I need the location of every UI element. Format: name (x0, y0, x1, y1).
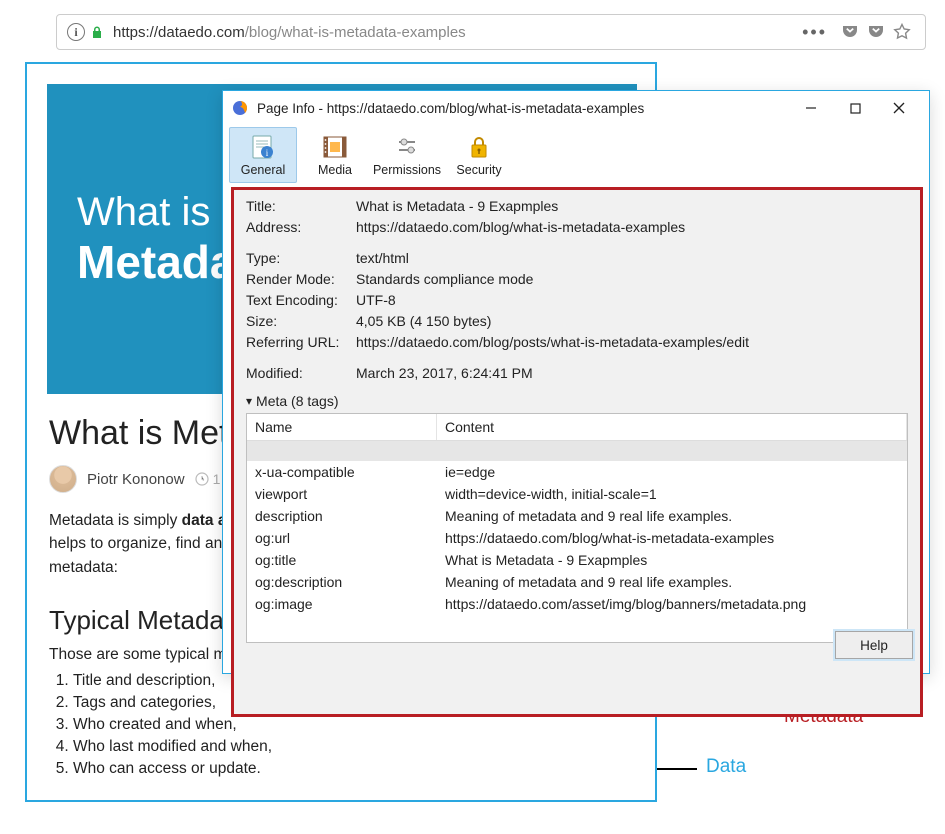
bookmark-star-icon[interactable] (891, 21, 913, 43)
table-row[interactable]: og:imagehttps://dataedo.com/asset/img/bl… (247, 593, 907, 615)
browser-url-bar[interactable]: i https://dataedo.com/blog/what-is-metad… (56, 14, 926, 50)
close-button[interactable] (877, 94, 921, 122)
field-mod-label: Modified: (246, 365, 356, 381)
media-filmstrip-icon (320, 133, 350, 161)
document-info-icon: i (248, 133, 278, 161)
help-button[interactable]: Help (835, 631, 913, 659)
list-item: Who can access or update. (73, 760, 633, 778)
url-text[interactable]: https://dataedo.com/blog/what-is-metadat… (113, 24, 802, 41)
author-avatar[interactable] (49, 465, 77, 493)
page-info-dialog: Page Info - https://dataedo.com/blog/wha… (222, 90, 930, 674)
tab-general[interactable]: i General (229, 127, 297, 183)
field-type-value: text/html (356, 250, 908, 266)
field-address-label: Address: (246, 219, 356, 235)
field-address-value: https://dataedo.com/blog/what-is-metadat… (356, 219, 908, 235)
field-render-value: Standards compliance mode (356, 271, 908, 287)
table-row[interactable]: x-ua-compatibleie=edge (247, 461, 907, 483)
tab-media[interactable]: Media (301, 127, 369, 183)
table-row[interactable]: viewportwidth=device-width, initial-scal… (247, 483, 907, 505)
minimize-button[interactable] (789, 94, 833, 122)
table-row[interactable]: descriptionMeaning of metadata and 9 rea… (247, 505, 907, 527)
security-lock-icon (464, 133, 494, 161)
dialog-title: Page Info - https://dataedo.com/blog/wha… (257, 101, 789, 116)
dialog-titlebar[interactable]: Page Info - https://dataedo.com/blog/wha… (223, 91, 929, 125)
field-encoding-label: Text Encoding: (246, 292, 356, 308)
clock-icon (195, 472, 209, 486)
field-size-value: 4,05 KB (4 150 bytes) (356, 313, 908, 329)
table-selection-band (247, 441, 907, 461)
field-type-label: Type: (246, 250, 356, 266)
page-actions-icon[interactable]: ••• (802, 22, 827, 43)
list-item: Who created and when, (73, 716, 633, 734)
col-content[interactable]: Content (437, 414, 907, 440)
table-row[interactable]: og:titleWhat is Metadata - 9 Exapmples (247, 549, 907, 571)
field-ref-label: Referring URL: (246, 334, 356, 350)
pocket-icon[interactable] (865, 21, 887, 43)
table-row[interactable]: og:descriptionMeaning of metadata and 9 … (247, 571, 907, 593)
pocket-icon[interactable] (839, 21, 861, 43)
dialog-toolbar: i General Media Permissions Security (223, 125, 929, 185)
table-row[interactable]: og:urlhttps://dataedo.com/blog/what-is-m… (247, 527, 907, 549)
field-encoding-value: UTF-8 (356, 292, 908, 308)
meta-tags-table[interactable]: Name Content x-ua-compatibleie=edge view… (246, 413, 908, 643)
field-title-value: What is Metadata - 9 Exapmples (356, 198, 908, 214)
tab-security[interactable]: Security (445, 127, 513, 183)
field-ref-value: https://dataedo.com/blog/posts/what-is-m… (356, 334, 908, 350)
metadata-frame: Title:What is Metadata - 9 Exapmples Add… (231, 187, 923, 717)
col-name[interactable]: Name (247, 414, 437, 440)
field-mod-value: March 23, 2017, 6:24:41 PM (356, 365, 908, 381)
table-header[interactable]: Name Content (247, 414, 907, 441)
firefox-favicon (231, 99, 249, 117)
tab-permissions[interactable]: Permissions (373, 127, 441, 183)
list-item: Who last modified and when, (73, 738, 633, 756)
site-info-icon[interactable]: i (67, 23, 85, 41)
annotation-connector (657, 768, 697, 770)
field-size-label: Size: (246, 313, 356, 329)
chevron-down-icon: ▾ (246, 394, 252, 408)
field-render-label: Render Mode: (246, 271, 356, 287)
lock-icon (89, 24, 105, 40)
field-title-label: Title: (246, 198, 356, 214)
meta-tags-toggle[interactable]: ▾ Meta (8 tags) (246, 393, 908, 409)
permissions-sliders-icon (392, 133, 422, 161)
author-name[interactable]: Piotr Kononow (87, 471, 185, 488)
maximize-button[interactable] (833, 94, 877, 122)
annotation-data-label: Data (706, 756, 746, 778)
